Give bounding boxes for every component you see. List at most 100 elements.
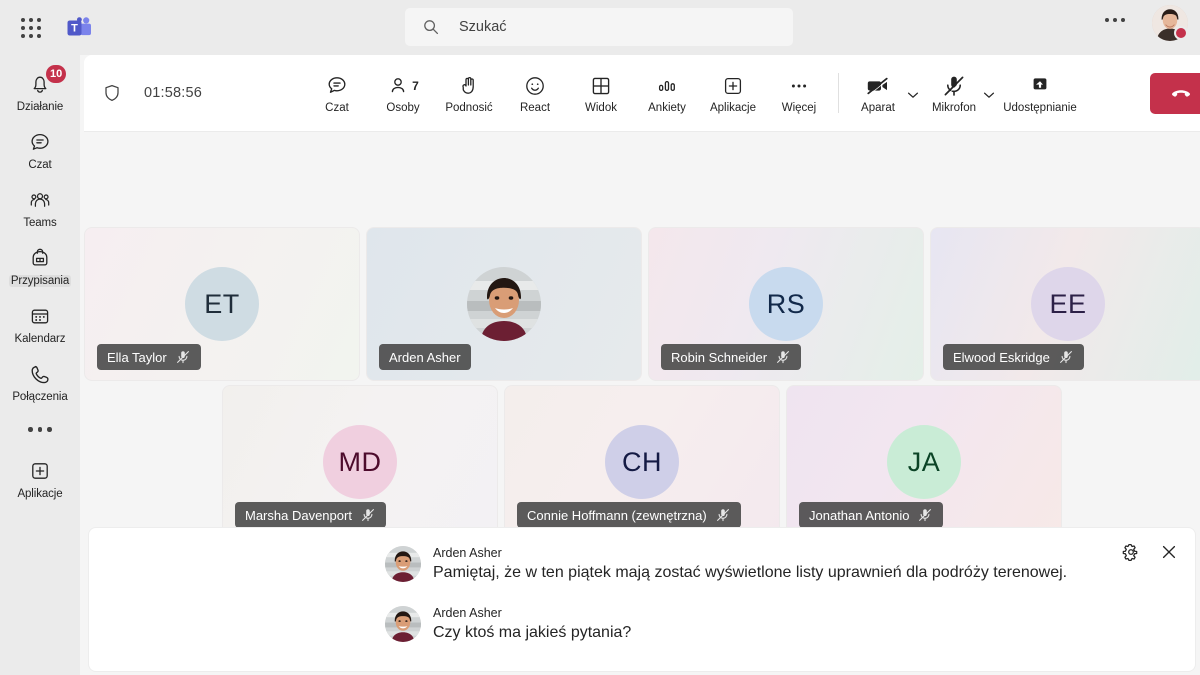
participant-row-2: MD Marsha Davenport CH Connie Hoffmann (… — [222, 385, 1062, 539]
avatar-photo — [467, 267, 541, 341]
avatar: JA — [887, 425, 961, 499]
mic-muted-icon — [1058, 349, 1074, 365]
participant-tile[interactable]: Arden Asher — [366, 227, 642, 381]
avatar-initials: JA — [907, 446, 941, 477]
avatar-initials: ET — [204, 288, 240, 319]
camera-off-icon — [865, 73, 891, 99]
sidebar-item-label: Połączenia — [12, 391, 68, 403]
participant-nameplate: Jonathan Antonio — [799, 502, 944, 528]
hangup-icon — [1168, 81, 1194, 107]
sidebar-item-apps[interactable]: Aplikacje — [4, 452, 76, 504]
caption-line: Arden Asher Czy ktoś ma jakieś pytania? — [385, 606, 631, 644]
participant-name: Ella Taylor — [107, 349, 167, 365]
rail-more-icon[interactable] — [28, 427, 52, 432]
microphone-button-label: Mikrofon — [931, 101, 977, 114]
grid-view-icon — [589, 73, 613, 99]
captions-actions — [1119, 540, 1181, 564]
people-button-label: Osoby — [386, 101, 420, 114]
phone-icon — [27, 361, 53, 387]
caption-content: Arden Asher Pamiętaj, że w ten piątek ma… — [433, 546, 1067, 584]
participant-nameplate: Robin Schneider — [661, 344, 802, 370]
chat-icon — [27, 129, 53, 155]
apps-button[interactable]: Aplikacje — [700, 65, 766, 121]
camera-button[interactable]: Aparat — [845, 65, 911, 121]
avatar: RS — [749, 267, 823, 341]
participant-nameplate: Arden Asher — [379, 344, 471, 370]
close-icon[interactable] — [1157, 540, 1181, 564]
people-button[interactable]: 7 Osoby — [370, 65, 436, 121]
react-button-label: React — [519, 101, 551, 114]
polls-button[interactable]: Ankiety — [634, 65, 700, 121]
mic-muted-icon — [917, 507, 933, 523]
poll-bars-icon — [655, 73, 679, 99]
raise-hand-button[interactable]: Podnosić — [436, 65, 502, 121]
presence-status-badge — [1174, 26, 1188, 40]
activity-badge-count: 10 — [46, 65, 67, 83]
sidebar-item-assignments[interactable]: Przypisania — [4, 239, 76, 291]
participant-tile[interactable]: RS Robin Schneider — [648, 227, 924, 381]
sidebar-item-label: Przypisania — [8, 275, 72, 287]
live-captions-panel: Arden Asher Pamiętaj, że w ten piątek ma… — [88, 527, 1196, 672]
participant-name: Arden Asher — [389, 349, 461, 365]
microphone-button[interactable]: Mikrofon — [921, 65, 987, 121]
teams-logo-icon[interactable]: T — [64, 13, 94, 43]
sidebar-item-calls[interactable]: Połączenia — [4, 355, 76, 407]
caption-line: Arden Asher Pamiętaj, że w ten piątek ma… — [385, 546, 1067, 584]
participant-name: Connie Hoffmann (zewnętrzna) — [527, 507, 707, 523]
polls-button-label: Ankiety — [648, 101, 686, 114]
sidebar-item-teams[interactable]: Teams — [4, 181, 76, 233]
participant-nameplate: Ella Taylor — [97, 344, 201, 370]
leave-meeting-button[interactable]: Opuszcz — [1150, 73, 1200, 114]
more-button[interactable]: Więcej — [766, 65, 832, 121]
gear-icon[interactable] — [1119, 540, 1143, 564]
avatar — [467, 267, 541, 341]
smiley-icon — [523, 73, 547, 99]
avatar-initials: MD — [338, 446, 382, 477]
participant-tile[interactable]: CH Connie Hoffmann (zewnętrzna) — [504, 385, 780, 539]
app-launcher-icon[interactable] — [14, 11, 48, 45]
plus-box-icon — [721, 73, 745, 99]
avatar: MD — [323, 425, 397, 499]
top-bar-more-icon[interactable] — [1105, 18, 1125, 22]
calendar-icon — [27, 303, 53, 329]
participant-grid: ET Ella Taylor Arden Asher RS Robin Schn… — [80, 139, 1200, 559]
sidebar-item-label: Teams — [23, 217, 57, 229]
teams-people-icon — [27, 187, 53, 213]
meeting-control-bar: 01:58:56 Czat 7 Osoby Podnosić React Wid… — [84, 55, 1200, 132]
sidebar-item-chat[interactable]: Czat — [4, 123, 76, 175]
backpack-icon — [27, 245, 53, 271]
participant-tile[interactable]: ET Ella Taylor — [84, 227, 360, 381]
caption-speaker: Arden Asher — [433, 546, 502, 560]
participant-tile[interactable]: MD Marsha Davenport — [222, 385, 498, 539]
caption-content: Arden Asher Czy ktoś ma jakieś pytania? — [433, 606, 631, 644]
participant-tile[interactable]: EE Elwood Eskridge — [930, 227, 1200, 381]
camera-button-label: Aparat — [861, 101, 895, 114]
mic-muted-icon — [360, 507, 376, 523]
ellipsis-icon — [787, 73, 811, 99]
search-placeholder: Szukać — [459, 19, 507, 35]
react-button[interactable]: React — [502, 65, 568, 121]
sidebar-item-calendar[interactable]: Kalendarz — [4, 297, 76, 349]
more-button-label: Więcej — [781, 101, 817, 114]
mic-muted-icon — [175, 349, 191, 365]
avatar: CH — [605, 425, 679, 499]
mic-off-icon — [941, 73, 967, 99]
sidebar-item-label: Czat — [28, 159, 52, 171]
avatar: ET — [185, 267, 259, 341]
participant-name: Jonathan Antonio — [809, 507, 910, 523]
chat-icon — [325, 73, 349, 99]
share-button[interactable]: Udostępnianie — [997, 65, 1083, 121]
avatar-initials: EE — [1049, 288, 1087, 319]
participant-row-1: ET Ella Taylor Arden Asher RS Robin Schn… — [84, 227, 1200, 381]
participant-nameplate: Marsha Davenport — [235, 502, 386, 528]
meeting-action-buttons: Czat 7 Osoby Podnosić React Widok Ankiet… — [304, 65, 1083, 121]
share-button-label: Udostępnianie — [1003, 101, 1077, 114]
left-navigation-rail: 10 Działanie Czat Teams Przypisania Kale… — [0, 55, 80, 675]
people-count: 7 — [412, 78, 419, 93]
view-button[interactable]: Widok — [568, 65, 634, 121]
sidebar-item-activity[interactable]: 10 Działanie — [4, 65, 76, 117]
chat-button-label: Czat — [325, 101, 349, 114]
search-input[interactable]: Szukać — [405, 8, 793, 46]
participant-tile[interactable]: JA Jonathan Antonio — [786, 385, 1062, 539]
chat-button[interactable]: Czat — [304, 65, 370, 121]
